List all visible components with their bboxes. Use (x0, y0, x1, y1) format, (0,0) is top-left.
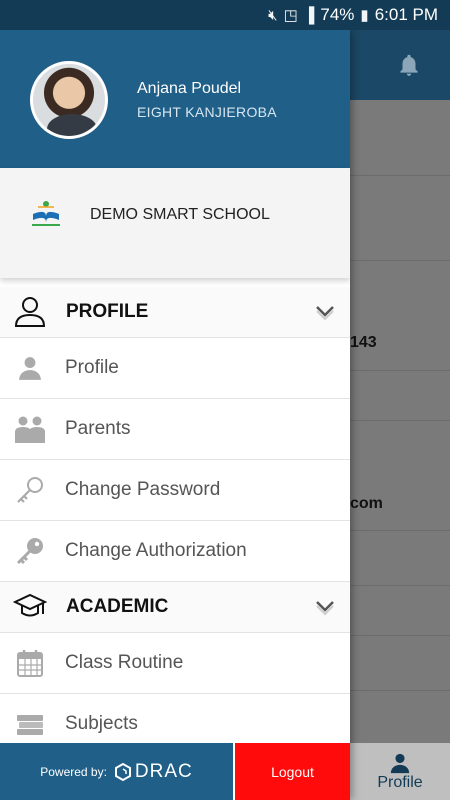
drawer-header: Anjana Poudel EIGHT KANJIEROBA (0, 30, 350, 168)
drawer-menu: PROFILE Profile Parents Change Password … (0, 287, 350, 755)
user-name: Anjana Poudel (137, 80, 242, 97)
mute-icon: 🔇︎ (268, 6, 278, 24)
drac-logo-icon (114, 762, 131, 781)
calendar-icon (14, 647, 46, 679)
status-bar: 🔇︎ ◳ ▐ 74% ▮ 6:01 PM (0, 0, 450, 30)
avatar[interactable] (30, 61, 108, 139)
battery-level: 74% (320, 5, 355, 24)
navigation-drawer: Anjana Poudel EIGHT KANJIEROBA DEMO SMAR… (0, 30, 350, 800)
key-outline-icon (14, 474, 46, 506)
menu-item-change-password[interactable]: Change Password (0, 460, 350, 521)
brand-logo: DRAC (114, 760, 193, 783)
screen: 🔇︎ ◳ ▐ 74% ▮ 6:01 PM 143 com Profile Anj… (0, 0, 450, 800)
school-name: DEMO SMART SCHOOL (90, 206, 270, 223)
section-profile[interactable]: PROFILE (0, 287, 350, 338)
logout-button[interactable]: Logout (233, 743, 350, 800)
chevron-down-icon[interactable] (314, 300, 336, 322)
chevron-down-icon[interactable] (314, 595, 336, 617)
menu-item-label: Parents (65, 418, 131, 439)
menu-item-label: Change Password (65, 479, 221, 500)
signal-icon: ▐ (303, 6, 315, 24)
powered-by-label: Powered by: (40, 764, 107, 779)
menu-item-label: Subjects (65, 713, 138, 734)
graduation-cap-icon (13, 593, 47, 617)
user-class: EIGHT KANJIEROBA (137, 104, 277, 120)
menu-item-parents[interactable]: Parents (0, 399, 350, 460)
menu-item-label: Profile (65, 357, 119, 378)
clock: 6:01 PM (374, 5, 438, 24)
profile-email-fragment: com (350, 495, 383, 512)
profile-phone-fragment: 143 (350, 334, 377, 351)
menu-item-label: Change Authorization (65, 540, 247, 561)
drawer-footer: Powered by: DRAC Logout (0, 743, 350, 800)
battery-icon: ▮ (360, 7, 369, 24)
user-outline-icon (14, 297, 46, 327)
person-icon (14, 352, 46, 384)
parents-icon (14, 413, 46, 445)
section-label: ACADEMIC (66, 596, 169, 617)
menu-item-profile[interactable]: Profile (0, 338, 350, 399)
books-icon (14, 708, 46, 740)
section-label: PROFILE (66, 301, 149, 322)
brand-name: DRAC (134, 760, 193, 782)
bottom-nav-label: Profile (377, 773, 423, 791)
menu-item-change-authorization[interactable]: Change Authorization (0, 521, 350, 582)
wifi-icon: ◳ (283, 7, 298, 24)
powered-by: Powered by: DRAC (0, 743, 233, 800)
bottom-nav-profile[interactable]: Profile (350, 743, 450, 800)
school-logo-icon (32, 201, 60, 226)
section-academic[interactable]: ACADEMIC (0, 582, 350, 633)
menu-item-class-routine[interactable]: Class Routine (0, 633, 350, 694)
menu-item-label: Class Routine (65, 652, 184, 673)
notification-bell-icon[interactable] (396, 52, 422, 78)
school-card: DEMO SMART SCHOOL (0, 168, 350, 278)
key-icon (14, 535, 46, 567)
person-icon (390, 753, 410, 773)
